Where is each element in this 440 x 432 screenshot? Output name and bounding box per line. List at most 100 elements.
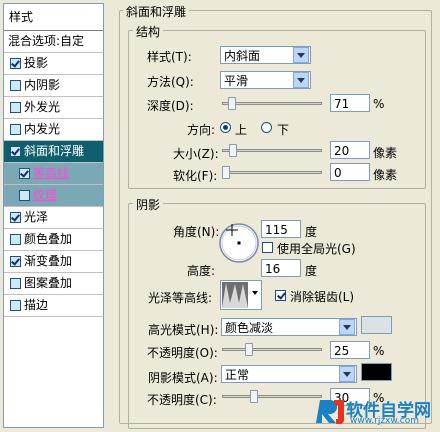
- antialias-checkbox[interactable]: [275, 290, 286, 301]
- depth-slider-handle[interactable]: [228, 97, 236, 110]
- shadow-mode-select[interactable]: 正常: [221, 365, 357, 383]
- style-item-checkbox[interactable]: [10, 102, 21, 113]
- style-item[interactable]: 斜面和浮雕: [4, 141, 103, 163]
- style-item-label: 内发光: [24, 122, 61, 136]
- blending-options-label: 混合选项:自定: [8, 34, 85, 48]
- watermark-url: www.rjzxw.com: [350, 416, 419, 426]
- size-slider-track[interactable]: [222, 149, 322, 152]
- chevron-down-icon: [293, 72, 309, 88]
- highlight-opacity-label: 不透明度(O):: [147, 346, 218, 360]
- style-item-label: 纹理: [33, 188, 58, 202]
- shadow-opacity-track[interactable]: [222, 395, 322, 398]
- style-item-checkbox[interactable]: [10, 58, 21, 69]
- style-item[interactable]: 渐变叠加: [4, 251, 103, 273]
- style-select-value: 内斜面: [224, 49, 261, 63]
- style-item-checkbox[interactable]: [10, 256, 21, 267]
- highlight-mode-label: 高光模式(H):: [148, 323, 219, 337]
- style-item[interactable]: 投影: [4, 53, 103, 75]
- style-item-checkbox[interactable]: [19, 168, 30, 179]
- style-item-label: 颜色叠加: [24, 232, 73, 246]
- style-item-label: 斜面和浮雕: [24, 144, 85, 158]
- highlight-color-swatch[interactable]: [361, 316, 392, 334]
- soften-unit: 像素: [373, 168, 398, 182]
- size-unit: 像素: [373, 146, 398, 160]
- style-item-checkbox[interactable]: [10, 146, 21, 157]
- style-label: 样式(T):: [147, 50, 192, 64]
- size-slider-handle[interactable]: [229, 144, 237, 157]
- altitude-unit: 度: [305, 264, 318, 278]
- style-item[interactable]: 光泽: [4, 207, 103, 229]
- soften-slider-handle[interactable]: [222, 166, 230, 179]
- antialias-label: 消除锯齿(L): [290, 290, 355, 304]
- highlight-opacity-input[interactable]: 25: [330, 341, 370, 359]
- style-item-checkbox[interactable]: [10, 212, 21, 223]
- style-item-checkbox[interactable]: [10, 124, 21, 135]
- altitude-label: 高度:: [187, 264, 216, 278]
- style-item-label: 渐变叠加: [24, 254, 73, 268]
- style-item-label: 描边: [24, 298, 49, 312]
- style-item[interactable]: 颜色叠加: [4, 229, 103, 251]
- angle-unit: 度: [305, 225, 318, 239]
- shadow-mode-label: 阴影模式(A):: [148, 371, 218, 385]
- angle-input[interactable]: 115: [261, 220, 301, 238]
- shadow-opacity-label: 不透明度(C):: [147, 393, 217, 407]
- style-item-label: 投影: [24, 56, 49, 70]
- highlight-opacity-unit: %: [373, 344, 385, 358]
- style-item[interactable]: 外发光: [4, 97, 103, 119]
- style-item-checkbox[interactable]: [10, 80, 21, 91]
- technique-select-value: 平滑: [224, 74, 249, 88]
- highlight-opacity-track[interactable]: [222, 348, 322, 351]
- size-input[interactable]: 20: [330, 141, 370, 159]
- shadow-opacity-handle[interactable]: [250, 390, 258, 403]
- bevel-emboss-title: 斜面和浮雕: [123, 3, 190, 20]
- style-item[interactable]: 纹理: [4, 185, 103, 207]
- shadow-mode-value: 正常: [225, 368, 250, 382]
- style-item-checkbox[interactable]: [10, 278, 21, 289]
- technique-select[interactable]: 平滑: [220, 71, 311, 89]
- style-item-checkbox[interactable]: [10, 300, 21, 311]
- soften-slider-track[interactable]: [222, 171, 322, 174]
- direction-up-label: 上: [235, 123, 248, 137]
- depth-input[interactable]: 71: [330, 94, 370, 112]
- technique-label: 方法(Q):: [147, 75, 194, 89]
- contour-preview-icon: [222, 282, 248, 308]
- chevron-down-icon: [339, 366, 355, 382]
- direction-down-label: 下: [277, 123, 290, 137]
- direction-up-radio[interactable]: [220, 122, 231, 133]
- chevron-down-icon: [339, 319, 355, 335]
- direction-label: 方向:: [187, 123, 216, 137]
- style-item-label: 等高线: [33, 166, 70, 180]
- style-select[interactable]: 内斜面: [220, 46, 311, 64]
- highlight-mode-select[interactable]: 颜色减淡: [221, 318, 357, 336]
- style-item[interactable]: 等高线: [4, 163, 103, 185]
- styles-panel: 样式 混合选项:自定 投影 内阴影 外发光 内发光 斜面和浮雕 等高线 纹理 光泽 颜色叠加 渐变…: [3, 3, 104, 428]
- shadow-color-swatch[interactable]: [361, 363, 392, 381]
- direction-down-radio[interactable]: [261, 122, 272, 133]
- size-label: 大小(Z):: [173, 147, 219, 161]
- altitude-input[interactable]: 16: [261, 259, 301, 277]
- depth-slider-track[interactable]: [222, 102, 322, 105]
- style-item-label: 光泽: [24, 210, 49, 224]
- shading-title: 阴影: [133, 196, 164, 213]
- highlight-mode-value: 颜色减淡: [225, 321, 274, 335]
- style-item-checkbox[interactable]: [10, 234, 21, 245]
- style-item-label: 内阴影: [24, 78, 61, 92]
- structure-title: 结构: [133, 23, 164, 40]
- style-item[interactable]: 内阴影: [4, 75, 103, 97]
- highlight-opacity-handle[interactable]: [245, 343, 253, 356]
- watermark: 软件自学网 www.rjzxw.com: [316, 394, 438, 430]
- angle-dial[interactable]: [218, 222, 260, 264]
- global-light-label: 使用全局光(G): [277, 242, 356, 256]
- style-item[interactable]: 描边: [4, 295, 103, 317]
- blending-options-item[interactable]: 混合选项:自定: [4, 31, 103, 53]
- soften-label: 软化(F):: [173, 169, 218, 183]
- style-item-checkbox[interactable]: [19, 190, 30, 201]
- soften-input[interactable]: 0: [330, 163, 370, 181]
- style-item[interactable]: 内发光: [4, 119, 103, 141]
- style-item[interactable]: 图案叠加: [4, 273, 103, 295]
- depth-label: 深度(D):: [147, 99, 194, 113]
- global-light-checkbox[interactable]: [262, 242, 273, 253]
- gloss-contour-label: 光泽等高线:: [148, 291, 213, 305]
- angle-label: 角度(N):: [173, 225, 220, 239]
- gloss-contour-picker[interactable]: [220, 280, 262, 310]
